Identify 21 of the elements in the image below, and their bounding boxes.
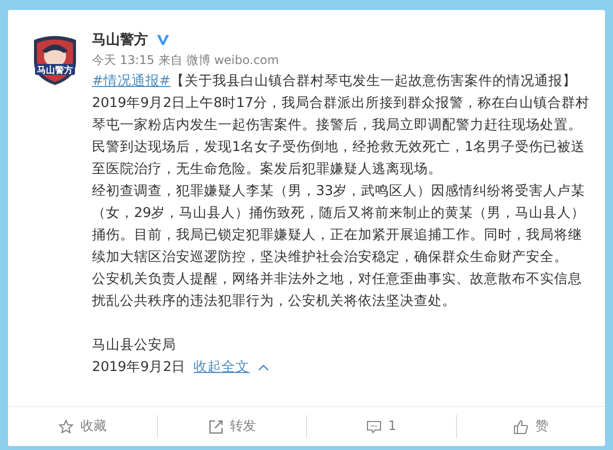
author-name[interactable]: 马山警方 bbox=[92, 30, 148, 50]
thumbs-up-icon bbox=[513, 418, 530, 434]
favorite-button[interactable]: 收藏 bbox=[8, 407, 156, 446]
post-paragraph: 公安机关负责人提醒，网络并非法外之地，对任意歪曲事实、故意散布不实信息扰乱公共秩序的违法犯罪行为，公安机关将依法坚决查处。 bbox=[92, 270, 583, 311]
star-icon bbox=[58, 418, 74, 434]
post-date: 2019年9月2日 bbox=[92, 358, 186, 377]
post-time[interactable]: 今天 13:15 bbox=[92, 50, 154, 70]
share-icon bbox=[208, 418, 224, 434]
post-headline: #情况通报#【关于我县白山镇合群村琴屯发生一起故意伤害案件的情况通报】 bbox=[92, 72, 578, 91]
post-paragraph: 2019年9月2日上午8时17分，我局合群派出所接到群众报警，称在白山镇合群村琴屯一家粉店内发生一起伤害案件。接警后，我局立即调配警力赶往现场处置。民警到达现场后，发现1名女子受伤倒地，经抢救无效死亡，1名男子受伤已被送至医院治疗，无生命危险。案发后犯罪嫌疑人逃离现场。 bbox=[92, 94, 590, 179]
caret-up-icon[interactable] bbox=[258, 364, 269, 370]
collapse-link[interactable]: 收起全文 bbox=[194, 356, 250, 378]
comment-icon bbox=[366, 418, 382, 434]
repost-button[interactable]: 转发 bbox=[158, 407, 306, 446]
source-name: 微博 weibo.com bbox=[186, 52, 279, 69]
hashtag-link[interactable]: #情况通报# bbox=[92, 73, 171, 89]
source-label: 来自 bbox=[158, 52, 182, 69]
signature: 马山县公安局 bbox=[92, 336, 177, 355]
post-paragraph: 经初查调查，犯罪嫌疑人李某（男，33岁，武鸣区人）因感情纠纷将受害人卢某（女，29岁，马山县人）捅伤致死，随后又将前来制止的黄某（男，马山县人）捅伤。目前，我局已锁定犯罪嫌疑人，正在加紧开展追捕工作。同时，我局将继续加大辖区治安巡逻防控，坚决维护社会治安稳定，确保群众生命财产安全。 bbox=[92, 182, 586, 267]
comment-button[interactable]: 1 bbox=[307, 407, 456, 446]
like-button[interactable]: 赞 bbox=[456, 407, 605, 446]
